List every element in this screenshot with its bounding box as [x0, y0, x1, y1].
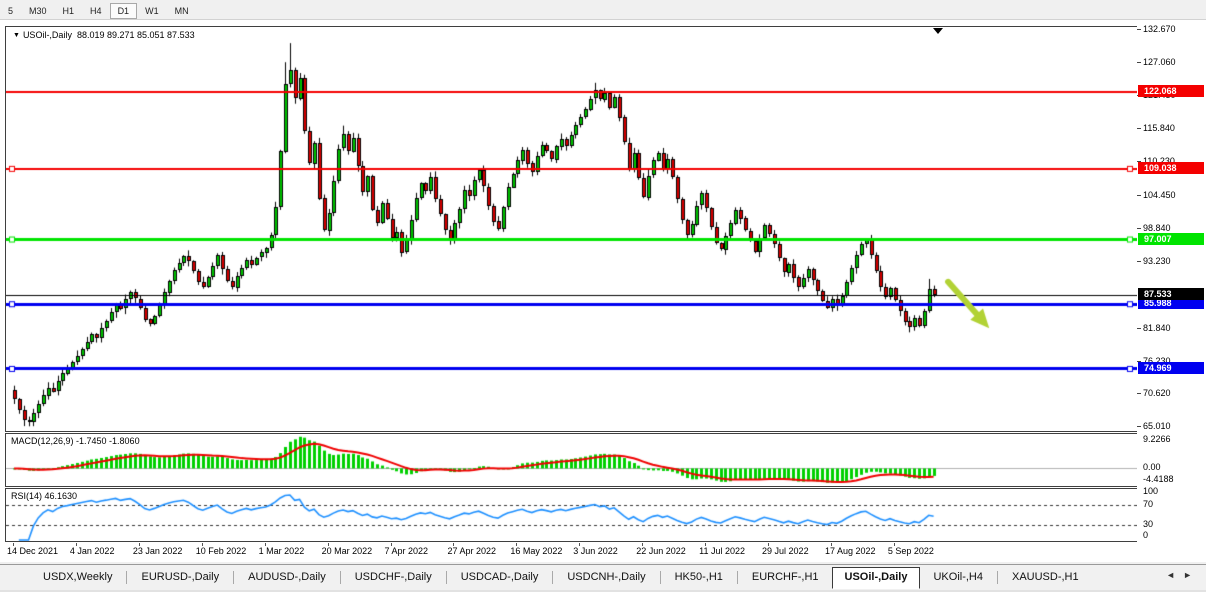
tab-usdchf-daily[interactable]: USDCHF-,Daily [342, 567, 445, 588]
date-axis[interactable]: 14 Dec 2021 4 Jan 2022 23 Jan 2022 10 Feb 2… [5, 543, 1137, 561]
date-tick-label: 16 May 2022 [510, 546, 562, 556]
tf-button-h4[interactable]: H4 [82, 3, 110, 19]
price-chart-canvas[interactable] [6, 27, 1137, 431]
macd-label: MACD(12,26,9) -1.7450 -1.8060 [11, 436, 140, 446]
tf-button-mn[interactable]: MN [167, 3, 197, 19]
tf-button-d1[interactable]: D1 [110, 3, 138, 19]
date-tick-label: 23 Jan 2022 [133, 546, 183, 556]
macd-axis-label: -4.4188 [1143, 474, 1174, 484]
date-tick-label: 29 Jul 2022 [762, 546, 809, 556]
price-badge-109.038: 109.038 [1138, 162, 1204, 174]
tab-usdcad-daily[interactable]: USDCAD-,Daily [448, 567, 552, 588]
price-tick-label: 65.010 [1143, 421, 1171, 431]
date-tick-label: 14 Dec 2021 [7, 546, 58, 556]
tab-xauusd-h1[interactable]: XAUUSD-,H1 [999, 567, 1092, 588]
price-axis[interactable]: 132.670127.060121.450115.840110.230104.4… [1137, 20, 1206, 562]
chart-title: ▼USOil-,Daily 88.019 89.271 85.051 87.53… [13, 30, 195, 40]
tab-separator [340, 571, 341, 584]
rsi-axis-label: 70 [1143, 499, 1153, 509]
date-tick-label: 17 Aug 2022 [825, 546, 876, 556]
price-tick-label: 104.450 [1143, 190, 1176, 200]
price-tick-mark [1137, 195, 1141, 196]
chart-shift-marker-icon [933, 28, 943, 34]
tab-audusd-daily[interactable]: AUDUSD-,Daily [235, 567, 339, 588]
macd-indicator-pane[interactable]: MACD(12,26,9) -1.7450 -1.8060 [5, 433, 1138, 487]
tf-button-m30[interactable]: M30 [21, 3, 55, 19]
rsi-indicator-pane[interactable]: RSI(14) 46.1630 [5, 488, 1138, 542]
price-tick-mark [1137, 393, 1141, 394]
price-tick-label: 93.230 [1143, 256, 1171, 266]
price-tick-label: 132.670 [1143, 24, 1176, 34]
tab-separator [997, 571, 998, 584]
price-tick-mark [1137, 128, 1141, 129]
date-tick-label: 20 Mar 2022 [322, 546, 373, 556]
date-tick-label: 11 Jul 2022 [699, 546, 745, 556]
tab-ukoil-h4[interactable]: UKOil-,H4 [920, 567, 996, 588]
date-tick-label: 7 Apr 2022 [385, 546, 429, 556]
date-tick-label: 3 Jun 2022 [573, 546, 618, 556]
macd-axis-label: 9.2266 [1143, 434, 1171, 444]
price-tick-label: 81.840 [1143, 323, 1171, 333]
macd-axis-label: 0.00 [1143, 462, 1161, 472]
tab-scroll-right-icon[interactable]: ► [1183, 570, 1200, 580]
date-tick-label: 5 Sep 2022 [888, 546, 934, 556]
chart-tab-bar: USDX,WeeklyEURUSD-,DailyAUDUSD-,DailyUSD… [0, 564, 1206, 590]
tab-separator [552, 571, 553, 584]
rsi-axis-label: 30 [1143, 519, 1153, 529]
timeframe-buttons: 5M30H1H4D1W1MN [0, 1, 197, 19]
price-tick-label: 70.620 [1143, 388, 1171, 398]
date-tick-label: 1 Mar 2022 [259, 546, 305, 556]
rsi-axis-label: 100 [1143, 486, 1158, 496]
price-badge-74.969: 74.969 [1138, 362, 1204, 374]
tab-hk50-h1[interactable]: HK50-,H1 [662, 567, 736, 588]
tab-scroll-left-icon[interactable]: ◄ [1166, 570, 1183, 580]
tab-usdx-weekly[interactable]: USDX,Weekly [30, 567, 125, 588]
price-tick-mark [1137, 228, 1141, 229]
tab-usoil-daily[interactable]: USOil-,Daily [832, 567, 921, 589]
tab-separator [233, 571, 234, 584]
price-badge-122.068: 122.068 [1138, 85, 1204, 97]
macd-canvas[interactable] [6, 434, 1137, 486]
date-tick-label: 22 Jun 2022 [636, 546, 686, 556]
price-tick-label: 115.840 [1143, 123, 1175, 133]
tab-scroll-arrows: ◄► [1166, 570, 1200, 580]
chart-symbol-label: USOil-,Daily [23, 30, 72, 40]
tab-separator [660, 571, 661, 584]
rsi-label: RSI(14) 46.1630 [11, 491, 77, 501]
tf-button-h1[interactable]: H1 [55, 3, 83, 19]
tab-separator [446, 571, 447, 584]
price-tick-label: 98.840 [1143, 223, 1171, 233]
tab-separator [126, 571, 127, 584]
timeframe-toolbar: 5M30H1H4D1W1MN [0, 0, 1206, 20]
date-tick-label: 27 Apr 2022 [447, 546, 496, 556]
price-badge-97.007: 97.007 [1138, 233, 1204, 245]
mt4-window: 5M30H1H4D1W1MN ▼USOil-,Daily 88.019 89.2… [0, 0, 1206, 592]
tab-eurusd-daily[interactable]: EURUSD-,Daily [128, 567, 232, 588]
chart-ohlc-values: 88.019 89.271 85.051 87.533 [77, 30, 195, 40]
price-tick-label: 127.060 [1143, 57, 1176, 67]
price-tick-mark [1137, 261, 1141, 262]
price-badge-bid: 87.533 [1138, 288, 1204, 300]
tf-button-w1[interactable]: W1 [137, 3, 167, 19]
tf-button-5[interactable]: 5 [0, 3, 21, 19]
chevron-down-icon: ▼ [13, 32, 20, 39]
tab-usdcnh-daily[interactable]: USDCNH-,Daily [554, 567, 658, 588]
price-tick-mark [1137, 62, 1141, 63]
rsi-canvas[interactable] [6, 489, 1137, 541]
price-tick-mark [1137, 426, 1141, 427]
price-tick-mark [1137, 29, 1141, 30]
price-chart-pane[interactable]: ▼USOil-,Daily 88.019 89.271 85.051 87.53… [5, 26, 1138, 432]
tab-separator [737, 571, 738, 584]
date-tick-label: 4 Jan 2022 [70, 546, 115, 556]
date-tick-label: 10 Feb 2022 [196, 546, 247, 556]
tab-eurchf-h1[interactable]: EURCHF-,H1 [739, 567, 832, 588]
price-tick-mark [1137, 328, 1141, 329]
rsi-axis-label: 0 [1143, 530, 1148, 540]
